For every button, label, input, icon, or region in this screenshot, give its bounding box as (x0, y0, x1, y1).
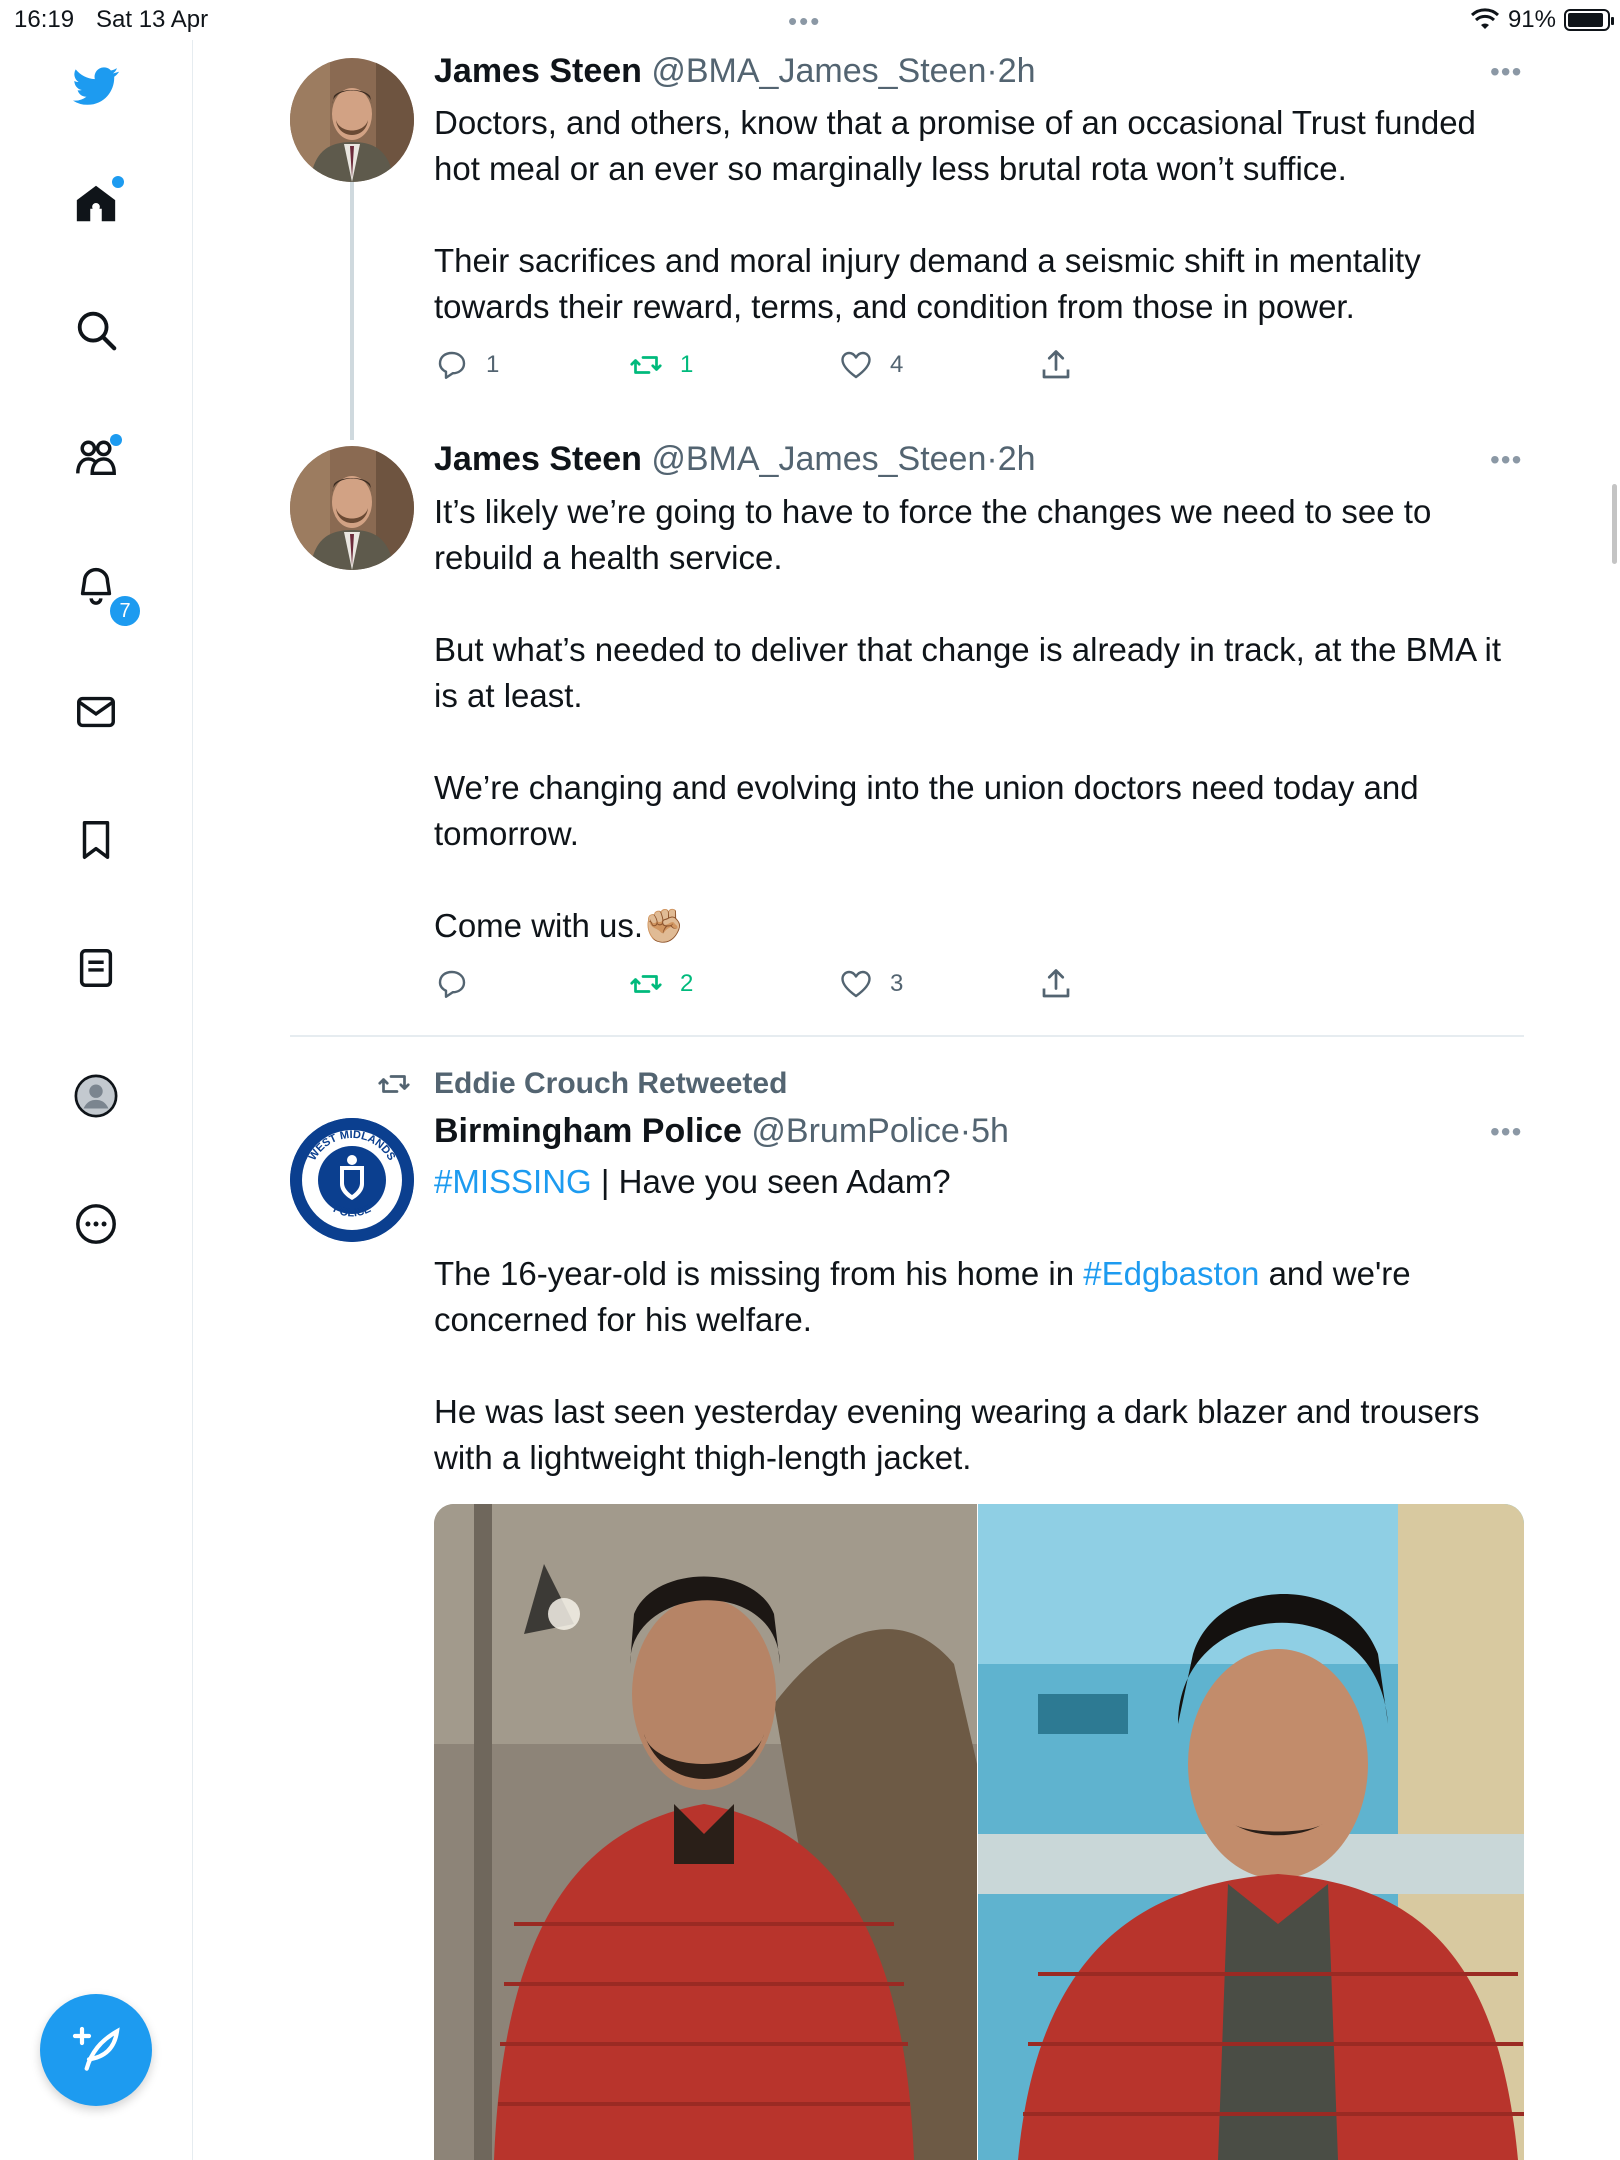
home-unread-dot (112, 176, 124, 188)
retweet-count: 1 (680, 351, 694, 378)
reply-button[interactable] (434, 966, 486, 1002)
scrollbar[interactable] (1612, 484, 1617, 564)
wifi-icon (1470, 8, 1499, 29)
hashtag-edgbaston-link[interactable]: #Edgbaston (1083, 1255, 1259, 1292)
west-midlands-police-logo: WEST MIDLANDS POLICE (290, 1118, 414, 1242)
retweet-button[interactable]: 1 (628, 347, 693, 383)
tweet-paragraph: Come with us.✊🏼 (434, 907, 685, 944)
tweet-2-avatar[interactable] (290, 446, 414, 570)
nav-home[interactable] (60, 168, 132, 240)
reply-button[interactable]: 1 (434, 347, 499, 383)
multitasking-dots[interactable]: ••• (788, 6, 821, 37)
more-circle-icon (76, 1204, 116, 1244)
nav-lists[interactable] (60, 932, 132, 1004)
tweet-3-avatar[interactable]: WEST MIDLANDS POLICE (290, 1118, 414, 1242)
tweet-1-actions: 1 1 4 (434, 347, 1134, 387)
battery-fill (1568, 13, 1603, 27)
header-separator: · (959, 1112, 972, 1150)
profile-avatar-icon (74, 1074, 118, 1118)
battery-percent: 91% (1507, 6, 1556, 33)
tweet-3-text: #MISSING | Have you seen Adam? The 16-ye… (434, 1159, 1524, 1481)
heart-icon (841, 970, 871, 998)
tweet-timestamp[interactable]: 2h (998, 52, 1036, 90)
compose-feather-icon (72, 2026, 120, 2071)
tweet-paragraph: But what’s needed to deliver that change… (434, 631, 1502, 714)
tweet-2-more-button[interactable]: ••• (1490, 444, 1522, 476)
author-handle[interactable]: @BMA_James_Steen (651, 440, 986, 478)
status-indicators: 91% (1470, 6, 1614, 34)
twitter-logo-icon[interactable] (60, 50, 132, 122)
retweet-count: 2 (680, 970, 694, 997)
author-handle[interactable]: @BrumPolice (751, 1112, 959, 1150)
header-separator: · (986, 440, 998, 478)
tweet-text-segment: | Have you seen Adam? (591, 1163, 951, 1200)
nav-bookmarks[interactable] (60, 804, 132, 876)
tweet-paragraph: He was last seen yesterday evening weari… (434, 1393, 1480, 1476)
nav-more[interactable] (60, 1188, 132, 1260)
tweet-1-avatar[interactable] (290, 58, 414, 182)
author-name[interactable]: James Steen (434, 52, 642, 90)
tweet-2-actions: 2 3 (434, 966, 1134, 1006)
status-date: Sat 13 Apr (96, 6, 209, 33)
author-name[interactable]: James Steen (434, 440, 642, 478)
author-handle[interactable]: @BMA_James_Steen (651, 52, 986, 90)
tweet-3-header: Birmingham Police @BrumPolice·5h (434, 1112, 1009, 1151)
tweet-2-text: It’s likely we’re going to have to force… (434, 489, 1524, 949)
communities-unread-dot (110, 434, 122, 446)
header-separator: · (986, 52, 998, 90)
tweet-paragraph: Doctors, and others, know that a promise… (434, 104, 1476, 187)
tweet-paragraph: It’s likely we’re going to have to force… (434, 493, 1432, 576)
author-name[interactable]: Birmingham Police (434, 1112, 742, 1150)
mail-icon (77, 696, 115, 728)
tweet-text-segment: The 16-year-old is missing from his home… (434, 1255, 1084, 1292)
home-icon (76, 185, 116, 222)
tweet-paragraph: We’re changing and evolving into the uni… (434, 769, 1419, 852)
tweet-divider (290, 1035, 1524, 1037)
missing-person-photo-right[interactable] (978, 1504, 1524, 2160)
tweet-timestamp[interactable]: 5h (971, 1112, 1009, 1150)
reply-count: 1 (486, 351, 500, 378)
tweet-1-more-button[interactable]: ••• (1490, 56, 1522, 88)
search-icon (77, 311, 117, 351)
lists-icon (79, 949, 113, 987)
hashtag-missing-link[interactable]: #MISSING (434, 1163, 592, 1200)
like-button[interactable]: 4 (838, 347, 903, 383)
share-button[interactable] (1038, 966, 1074, 1002)
nav-messages[interactable] (60, 676, 132, 748)
reply-icon (438, 970, 466, 998)
bookmark-icon (82, 821, 110, 859)
battery-icon (1564, 9, 1614, 31)
tweet-1-header: James Steen @BMA_James_Steen·2h (434, 52, 1036, 91)
tweet-paragraph: Their sacrifices and moral injury demand… (434, 242, 1421, 325)
retweet-context-icon (378, 1075, 410, 1093)
heart-icon (841, 351, 871, 379)
status-bar: 16:19 Sat 13 Apr ••• 91% (0, 0, 1620, 40)
nav-communities[interactable] (60, 422, 132, 494)
like-count: 3 (890, 970, 904, 997)
retweet-button[interactable]: 2 (628, 966, 693, 1002)
tweet-timestamp[interactable]: 2h (998, 440, 1036, 478)
sidebar: 7 (0, 40, 193, 2160)
retweeted-by-label: Eddie Crouch Retweeted (434, 1067, 788, 1100)
compose-tweet-button[interactable] (40, 1994, 152, 2106)
share-icon (1042, 350, 1070, 379)
retweet-icon (630, 356, 662, 374)
share-button[interactable] (1038, 347, 1074, 383)
retweet-icon (630, 975, 662, 993)
missing-person-photo-left[interactable] (434, 1504, 977, 2160)
tweet-3-media[interactable] (434, 1504, 1524, 2160)
like-count: 4 (890, 351, 904, 378)
nav-profile[interactable] (60, 1060, 132, 1132)
notification-count-badge: 7 (108, 594, 142, 628)
share-icon (1042, 969, 1070, 998)
like-button[interactable]: 3 (838, 966, 903, 1002)
tweet-1-text: Doctors, and others, know that a promise… (434, 100, 1524, 330)
status-time: 16:19 (14, 6, 75, 33)
reply-icon (438, 351, 466, 379)
tweet-2-header: James Steen @BMA_James_Steen·2h (434, 440, 1036, 479)
retweet-context[interactable]: Eddie Crouch Retweeted (376, 1066, 787, 1102)
nav-search[interactable] (60, 294, 132, 366)
tweet-3-more-button[interactable]: ••• (1490, 1116, 1522, 1148)
